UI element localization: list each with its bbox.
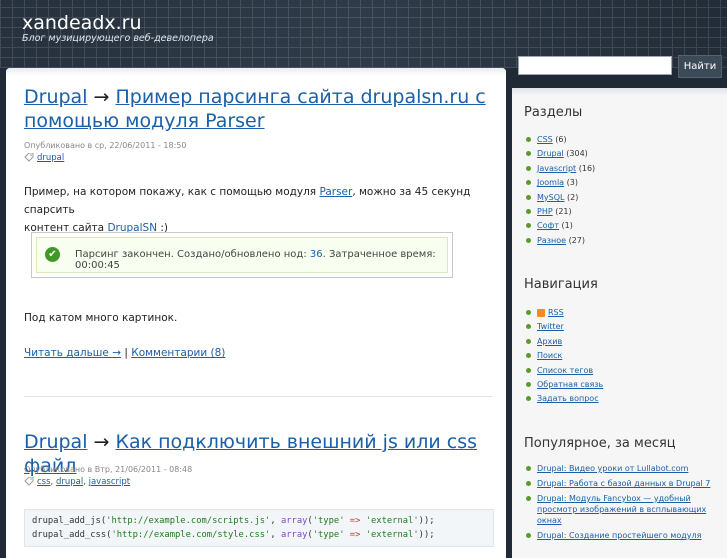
- list-item: MySQL (2): [526, 191, 595, 205]
- popular-list: Drupal: Видео уроки от Lullabot.com Drup…: [526, 463, 711, 545]
- post-title-link[interactable]: Пример парсинга сайта drupalsn.ru с: [115, 86, 485, 108]
- post-tags: drupal: [24, 153, 64, 163]
- arrow-icon: →: [93, 86, 110, 108]
- main-content: Drupal → Пример парсинга сайта drupalsn.…: [6, 68, 506, 558]
- post-title: Drupal → Пример парсинга сайта drupalsn.…: [24, 85, 486, 133]
- section-link[interactable]: Софт: [537, 221, 559, 230]
- list-item: Разное (27): [526, 234, 595, 248]
- post-tags: css, drupal, javascript: [24, 477, 130, 487]
- post-links: Читать дальше → | Комментарии (8): [24, 347, 226, 359]
- tag-icon: [24, 477, 34, 486]
- site-description: Блог музицирующего веб-девелопера: [22, 33, 214, 44]
- search-input[interactable]: [518, 56, 672, 75]
- list-item: RSS: [526, 306, 603, 320]
- read-more-link[interactable]: Читать дальше →: [24, 347, 121, 359]
- tag-link[interactable]: css: [37, 477, 51, 487]
- sections-list: CSS (6) Drupal (304) Javascript (16) Joo…: [526, 133, 595, 248]
- comments-link[interactable]: Комментарии (8): [131, 347, 225, 359]
- list-item: Drupal: Видео уроки от Lullabot.com: [526, 463, 711, 474]
- list-item: Drupal: Модуль Fancybox — удобный просмо…: [526, 493, 711, 526]
- section-link[interactable]: Разное: [537, 236, 566, 245]
- list-item: Поиск: [526, 349, 603, 363]
- post-title-link-line2[interactable]: помощью модуля Parser: [24, 110, 265, 132]
- navigation-title: Навигация: [524, 277, 598, 292]
- list-item: Обратная связь: [526, 378, 603, 392]
- section-link[interactable]: MySQL: [537, 193, 564, 202]
- section-link[interactable]: Joomla: [537, 178, 564, 187]
- popular-link[interactable]: Drupal: Создание простейшего модуля: [537, 531, 701, 540]
- list-item: Задать вопрос: [526, 392, 603, 406]
- tag-link[interactable]: javascript: [89, 477, 131, 487]
- tag-link[interactable]: drupal: [37, 153, 64, 163]
- rss-icon: [537, 308, 545, 317]
- nav-link-twitter[interactable]: Twitter: [537, 322, 564, 331]
- navigation-list: RSS Twitter Архив Поиск Список тегов Обр…: [526, 306, 603, 407]
- site-title[interactable]: xandeadx.ru: [22, 12, 142, 34]
- list-item: Софт (1): [526, 219, 595, 233]
- popular-link[interactable]: Drupal: Работа с базой данных в Drupal 7: [537, 479, 710, 488]
- arrow-icon: →: [93, 431, 110, 453]
- post-category-link[interactable]: Drupal: [24, 431, 87, 453]
- parser-link[interactable]: Parser: [319, 186, 352, 198]
- status-message-screenshot: ✔ Парсинг закончен. Создано/обновлено но…: [31, 232, 453, 278]
- section-link[interactable]: PHP: [537, 207, 553, 216]
- list-item: Drupal (304): [526, 147, 595, 161]
- section-link[interactable]: Javascript: [537, 164, 576, 173]
- list-item: Drupal: Создание простейшего модуля: [526, 530, 711, 541]
- list-item: Joomla (3): [526, 176, 595, 190]
- tag-link[interactable]: drupal: [56, 477, 83, 487]
- popular-link[interactable]: Drupal: Видео уроки от Lullabot.com: [537, 464, 688, 473]
- post-meta: Опубликовано в ср, 22/06/2011 - 18:50: [24, 141, 187, 150]
- code-block: drupal_add_js('http://example.com/script…: [24, 509, 494, 547]
- post-divider: [24, 396, 492, 397]
- search-button[interactable]: Найти: [678, 55, 722, 78]
- tag-icon: [24, 153, 34, 162]
- list-item: Архив: [526, 335, 603, 349]
- check-icon: ✔: [45, 247, 60, 262]
- list-item: CSS (6): [526, 133, 595, 147]
- post-meta: Опубликовано в Втр, 21/06/2011 - 08:48: [24, 465, 193, 474]
- status-message-text: Парсинг закончен. Создано/обновлено нод:…: [75, 249, 436, 271]
- sections-title: Разделы: [524, 105, 583, 120]
- list-item: Javascript (16): [526, 162, 595, 176]
- list-item: Drupal: Работа с базой данных в Drupal 7: [526, 478, 711, 489]
- popular-title: Популярное, за месяц: [524, 436, 676, 451]
- code-line: drupal_add_js('http://example.com/script…: [32, 516, 435, 526]
- nav-link-archive[interactable]: Архив: [537, 337, 562, 346]
- post-teaser: Под катом много картинок.: [24, 312, 178, 324]
- section-link[interactable]: Drupal: [537, 149, 564, 158]
- popular-link[interactable]: Drupal: Модуль Fancybox — удобный просмо…: [537, 494, 706, 525]
- list-item: Список тегов: [526, 364, 603, 378]
- nav-link-tags[interactable]: Список тегов: [537, 366, 593, 375]
- post-category-link[interactable]: Drupal: [24, 86, 87, 108]
- nav-link-feedback[interactable]: Обратная связь: [537, 380, 603, 389]
- post-body: Пример, на котором покажу, как с помощью…: [24, 186, 471, 234]
- nav-link-ask[interactable]: Задать вопрос: [537, 394, 599, 403]
- section-link[interactable]: CSS: [537, 135, 553, 144]
- list-item: Twitter: [526, 320, 603, 334]
- list-item: PHP (21): [526, 205, 595, 219]
- nav-link-rss[interactable]: RSS: [548, 308, 564, 317]
- nav-link-search[interactable]: Поиск: [537, 351, 562, 360]
- code-line: drupal_add_css('http://example.com/style…: [32, 530, 435, 540]
